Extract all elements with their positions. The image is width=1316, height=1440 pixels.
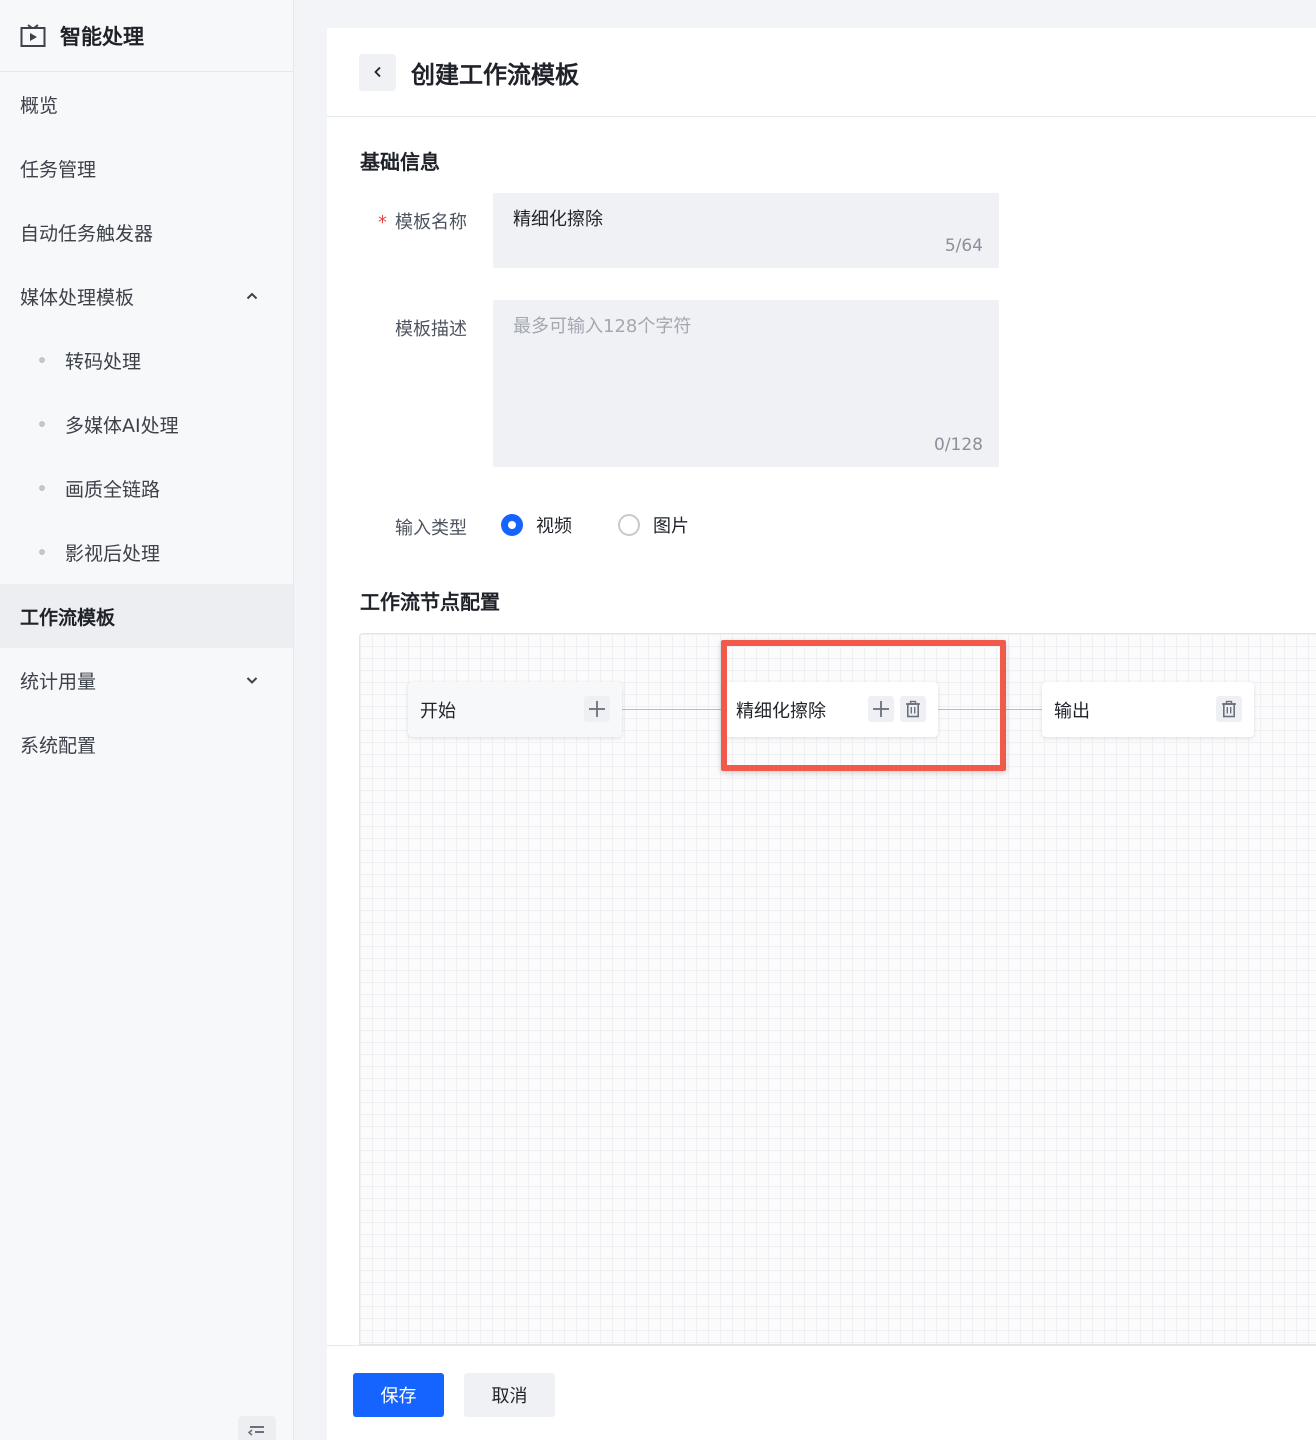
template-desc-label: 模板描述 <box>395 319 467 340</box>
sidebar-item-label: 任务管理 <box>20 158 97 181</box>
sidebar-item-post-production[interactable]: 影视后处理 <box>0 520 293 584</box>
sidebar-menu: 概览 任务管理 自动任务触发器 媒体处理模板 转码处理 多媒体AI处理 画质全链… <box>0 72 293 776</box>
template-name-input[interactable]: 精细化擦除 5/64 <box>493 193 999 268</box>
bullet-dot-icon <box>39 421 45 427</box>
radio-image[interactable]: 图片 <box>618 512 689 538</box>
sidebar-item-label: 系统配置 <box>20 734 97 757</box>
save-button[interactable]: 保存 <box>353 1373 444 1417</box>
input-type-radio-group: 视频 图片 <box>501 512 735 538</box>
page-header: 创建工作流模板 <box>327 28 1316 117</box>
radio-video[interactable]: 视频 <box>501 512 572 538</box>
sidebar-item-label: 转码处理 <box>65 350 142 373</box>
edge-start-to-erase <box>622 709 724 710</box>
bullet-dot-icon <box>39 485 45 491</box>
sidebar-title: 智能处理 <box>60 24 144 49</box>
main-panel: 创建工作流模板 基础信息 * 模板名称 精细化擦除 5/64 模板描述 最多可输入… <box>327 28 1316 1440</box>
bullet-dot-icon <box>39 549 45 555</box>
basic-info-title: 基础信息 <box>360 150 440 174</box>
plus-icon <box>589 701 605 717</box>
footer-bar: 保存 取消 <box>327 1345 1316 1440</box>
sidebar-item-transcode[interactable]: 转码处理 <box>0 328 293 392</box>
sidebar-item-system-config[interactable]: 系统配置 <box>0 712 293 776</box>
radio-unchecked-icon <box>618 514 640 536</box>
template-name-count: 5/64 <box>944 236 983 256</box>
bullet-dot-icon <box>39 357 45 363</box>
sidebar-collapse-button[interactable] <box>238 1416 276 1440</box>
tv-play-icon <box>20 23 46 47</box>
sidebar-item-label: 画质全链路 <box>65 478 161 501</box>
highlight-box <box>721 640 1006 771</box>
template-desc-placeholder: 最多可输入128个字符 <box>513 316 692 337</box>
template-desc-count: 0/128 <box>934 435 983 455</box>
node-start[interactable]: 开始 <box>408 682 622 737</box>
node-label: 输出 <box>1054 700 1090 722</box>
template-name-label: * 模板名称 <box>327 208 467 234</box>
sidebar-header: 智能处理 <box>0 0 293 72</box>
sidebar-item-label: 自动任务触发器 <box>20 222 154 245</box>
chevron-up-icon[interactable] <box>244 288 260 304</box>
sidebar-item-label: 工作流模板 <box>20 606 116 629</box>
input-type-label: 输入类型 <box>395 518 467 539</box>
workflow-config-title: 工作流节点配置 <box>360 590 500 614</box>
required-mark: * <box>378 212 387 233</box>
cancel-button[interactable]: 取消 <box>464 1373 555 1417</box>
chevron-left-icon <box>373 66 381 78</box>
template-desc-textarea[interactable]: 最多可输入128个字符 0/128 <box>493 300 999 467</box>
delete-node-button[interactable] <box>1216 696 1242 722</box>
sidebar-item-label: 多媒体AI处理 <box>65 414 179 437</box>
radio-video-label: 视频 <box>536 516 572 537</box>
collapse-menu-icon <box>247 1426 264 1436</box>
template-name-value: 精细化擦除 <box>513 209 603 230</box>
trash-icon <box>1222 700 1236 718</box>
sidebar-item-label: 概览 <box>20 94 59 117</box>
sidebar-item-media-templates[interactable]: 媒体处理模板 <box>0 264 293 328</box>
sidebar: 智能处理 概览 任务管理 自动任务触发器 媒体处理模板 转码处理 多媒体AI处理… <box>0 0 294 1440</box>
radio-image-label: 图片 <box>653 516 689 537</box>
sidebar-item-usage-stats[interactable]: 统计用量 <box>0 648 293 712</box>
chevron-down-icon[interactable] <box>244 672 260 688</box>
back-button[interactable] <box>359 53 396 91</box>
node-label: 开始 <box>420 700 456 722</box>
node-output[interactable]: 输出 <box>1042 682 1254 737</box>
sidebar-item-workflow-templates[interactable]: 工作流模板 <box>0 584 293 648</box>
workflow-canvas[interactable]: 开始 精细化擦除 输出 <box>359 633 1316 1345</box>
sidebar-item-label: 影视后处理 <box>65 542 161 565</box>
add-node-button[interactable] <box>584 696 610 722</box>
sidebar-item-quality-chain[interactable]: 画质全链路 <box>0 456 293 520</box>
sidebar-item-auto-trigger[interactable]: 自动任务触发器 <box>0 200 293 264</box>
template-name-label-text: 模板名称 <box>395 212 467 233</box>
sidebar-item-multimedia-ai[interactable]: 多媒体AI处理 <box>0 392 293 456</box>
sidebar-item-task-management[interactable]: 任务管理 <box>0 136 293 200</box>
sidebar-item-label: 媒体处理模板 <box>20 286 135 309</box>
sidebar-item-overview[interactable]: 概览 <box>0 72 293 136</box>
sidebar-item-label: 统计用量 <box>20 670 97 693</box>
page-title: 创建工作流模板 <box>411 60 579 89</box>
radio-checked-icon <box>501 514 523 536</box>
